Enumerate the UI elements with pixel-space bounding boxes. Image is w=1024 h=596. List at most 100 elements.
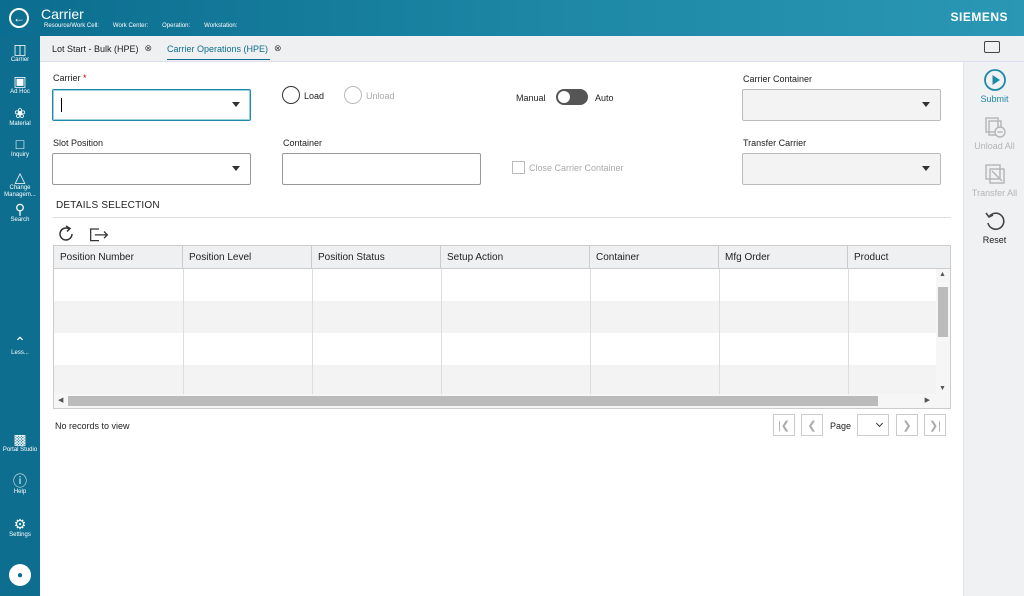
- nav-help[interactable]: ⓘ Help: [0, 473, 40, 496]
- material-icon: ❀: [14, 105, 26, 121]
- scroll-down-icon[interactable]: ▼: [939, 385, 946, 392]
- left-nav: ◫ Carrier ▣ Ad Hoc ❀ Material □ Inquiry …: [0, 36, 40, 596]
- table-row[interactable]: [54, 301, 936, 333]
- nav-change-management[interactable]: △ Change Managem...: [0, 169, 40, 199]
- carrier-select[interactable]: [52, 89, 251, 121]
- col-mfg-order[interactable]: Mfg Order: [719, 246, 848, 269]
- inquiry-icon: □: [15, 136, 25, 152]
- details-grid: Position Number Position Level Position …: [53, 245, 951, 409]
- transfer-carrier-label: Transfer Carrier: [743, 138, 807, 148]
- col-setup-action[interactable]: Setup Action: [441, 246, 590, 269]
- resource-label: Resource/Work Cell:: [44, 23, 99, 29]
- help-icon: ⓘ: [13, 473, 27, 489]
- grid-line: [183, 269, 184, 394]
- table-row[interactable]: [54, 269, 936, 301]
- grid-header: Position Number Position Level Position …: [54, 246, 950, 269]
- carrier-container-label: Carrier Container: [743, 74, 813, 84]
- nav-inquiry[interactable]: □ Inquiry: [0, 136, 40, 159]
- col-position-status[interactable]: Position Status: [312, 246, 441, 269]
- table-row[interactable]: [54, 333, 936, 365]
- reset-icon: [984, 212, 1005, 230]
- scroll-right-icon[interactable]: ▶: [925, 396, 930, 404]
- work-center-label: Work Center:: [112, 23, 149, 29]
- chevron-down-icon: [922, 166, 930, 171]
- avatar[interactable]: ●: [9, 564, 31, 586]
- nav-adhoc[interactable]: ▣ Ad Hoc: [0, 73, 40, 96]
- horizontal-scrollbar[interactable]: ◀ ▶: [54, 394, 950, 408]
- nav-carrier[interactable]: ◫ Carrier: [0, 41, 40, 64]
- grid-line: [719, 269, 720, 394]
- grid-line: [590, 269, 591, 394]
- table-row[interactable]: [54, 365, 936, 394]
- slot-position-select[interactable]: [52, 153, 251, 185]
- close-icon[interactable]: ⊗: [145, 43, 153, 54]
- scroll-thumb[interactable]: [938, 287, 948, 337]
- gear-icon: ⚙: [13, 516, 27, 532]
- play-circle-icon: [983, 69, 1006, 91]
- export-icon[interactable]: [89, 224, 109, 244]
- context-bar: Resource/Work Cell: Work Center: Operati…: [44, 23, 237, 29]
- search-icon: ⚲: [14, 201, 26, 217]
- nav-portal-studio[interactable]: ▩ Portal Studio: [0, 431, 40, 454]
- close-carrier-container-label: Close Carrier Container: [529, 163, 624, 173]
- tab-carrier-operations[interactable]: Carrier Operations (HPE) ⊗: [167, 43, 282, 60]
- mode-toggle[interactable]: [556, 89, 588, 105]
- nav-less[interactable]: ⌃ Less...: [0, 334, 40, 357]
- unload-radio[interactable]: [344, 86, 362, 104]
- transfer-all-button[interactable]: Transfer All: [964, 162, 1024, 198]
- manual-label: Manual: [516, 93, 546, 103]
- chevron-up-icon: ⌃: [14, 334, 26, 350]
- unload-all-icon: [984, 117, 1006, 138]
- transfer-all-icon: [984, 164, 1005, 184]
- refresh-icon[interactable]: [56, 224, 76, 244]
- grid-line: [848, 269, 849, 394]
- nav-search[interactable]: ⚲ Search: [0, 201, 40, 224]
- text-cursor: [61, 98, 62, 112]
- adhoc-icon: ▣: [13, 73, 27, 89]
- col-position-level[interactable]: Position Level: [183, 246, 312, 269]
- col-position-number[interactable]: Position Number: [54, 246, 183, 269]
- col-product[interactable]: Product: [848, 246, 950, 269]
- next-page-button[interactable]: ❯: [896, 414, 918, 436]
- submit-button[interactable]: Submit: [964, 68, 1024, 104]
- toggle-knob: [558, 91, 570, 103]
- page-title: Carrier: [41, 6, 84, 22]
- action-panel: Submit Unload All Transfer All Reset: [963, 62, 1024, 596]
- nav-settings[interactable]: ⚙ Settings: [0, 516, 40, 539]
- scroll-left-icon[interactable]: ◀: [58, 396, 63, 404]
- grid-line: [441, 269, 442, 394]
- page-select[interactable]: [857, 414, 889, 436]
- first-page-button[interactable]: |❮: [773, 414, 795, 436]
- col-container[interactable]: Container: [590, 246, 719, 269]
- prev-page-button[interactable]: ❮: [801, 414, 823, 436]
- chevron-down-icon: [232, 166, 240, 171]
- close-icon[interactable]: ⊗: [274, 43, 282, 54]
- unload-label: Unload: [366, 91, 395, 101]
- change-icon: △: [14, 169, 26, 185]
- inbox-icon[interactable]: [984, 41, 1000, 53]
- container-input[interactable]: [282, 153, 481, 185]
- close-carrier-container-checkbox[interactable]: [512, 161, 525, 174]
- carrier-container-select[interactable]: [742, 89, 941, 121]
- load-radio[interactable]: [282, 86, 300, 104]
- carrier-icon: ◫: [13, 41, 27, 57]
- reset-button[interactable]: Reset: [964, 209, 1024, 245]
- nav-material[interactable]: ❀ Material: [0, 105, 40, 128]
- workstation-label: Workstation:: [204, 23, 238, 29]
- last-page-button[interactable]: ❯|: [924, 414, 946, 436]
- carrier-label: Carrier *: [53, 73, 87, 83]
- scroll-up-icon[interactable]: ▲: [939, 271, 946, 278]
- portal-icon: ▩: [13, 431, 27, 447]
- tab-lot-start[interactable]: Lot Start - Bulk (HPE) ⊗: [52, 43, 152, 54]
- scroll-thumb[interactable]: [68, 396, 878, 406]
- container-label: Container: [283, 138, 323, 148]
- auto-label: Auto: [595, 93, 614, 103]
- empty-state-text: No records to view: [55, 421, 130, 431]
- unload-all-button[interactable]: Unload All: [964, 115, 1024, 151]
- page-label: Page: [830, 421, 852, 431]
- back-button[interactable]: ←: [9, 8, 29, 28]
- vertical-scrollbar[interactable]: ▲ ▼: [936, 269, 950, 394]
- load-label: Load: [304, 91, 325, 101]
- transfer-carrier-select[interactable]: [742, 153, 941, 185]
- brand-logo: SIEMENS: [950, 10, 1008, 24]
